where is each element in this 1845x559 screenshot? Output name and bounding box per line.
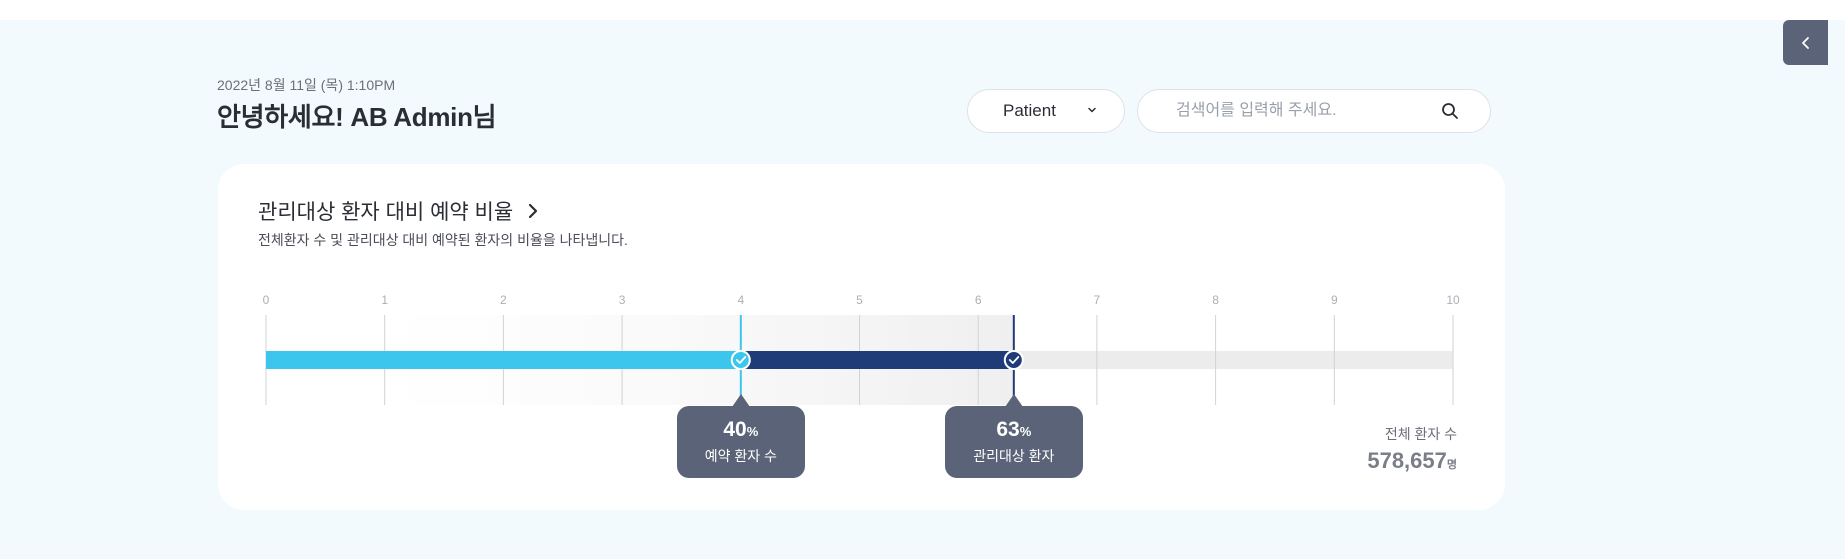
top-bar <box>0 0 1845 20</box>
total-patients-value: 578,657 <box>1367 448 1447 473</box>
reserved-ratio-value: 40 <box>723 418 747 441</box>
right-panel-edge <box>1828 20 1845 559</box>
chevron-right-icon <box>529 203 538 219</box>
current-datetime: 2022년 8월 11일 (목) 1:10PM <box>217 77 396 93</box>
reserved-ratio-label: 예약 환자 수 <box>704 448 777 464</box>
card-description: 전체환자 수 및 관리대상 대비 예약된 환자의 비율을 나타냅니다. <box>258 232 628 248</box>
card-title-link[interactable]: 관리대상 환자 대비 예약 비율 <box>258 196 539 226</box>
reserved-ratio-unit: % <box>746 424 759 439</box>
search-icon[interactable] <box>1440 101 1460 121</box>
chevron-down-icon <box>1088 107 1096 113</box>
category-select[interactable]: Patient <box>967 89 1125 133</box>
card-title: 관리대상 환자 대비 예약 비율 <box>258 201 514 224</box>
managed-ratio-tooltip: 63% 관리대상 환자 <box>944 394 1083 478</box>
managed-ratio-label: 관리대상 환자 <box>973 448 1055 464</box>
collapse-panel-button[interactable] <box>1783 20 1828 65</box>
reserved-ratio-tooltip: 40% 예약 환자 수 <box>676 394 805 478</box>
managed-ratio-unit: % <box>1019 424 1032 439</box>
search-input[interactable] <box>1174 101 1428 121</box>
total-patients: 전체 환자 수 578,657명 <box>1367 424 1457 474</box>
chevron-left-icon <box>1801 36 1809 49</box>
search-box <box>1137 89 1491 133</box>
total-patients-label: 전체 환자 수 <box>1384 426 1457 442</box>
category-select-value: Patient <box>1003 101 1056 120</box>
managed-ratio-value: 63 <box>996 418 1020 441</box>
page-title: 안녕하세요! AB Admin님 <box>217 102 497 132</box>
total-patients-unit: 명 <box>1446 459 1457 471</box>
